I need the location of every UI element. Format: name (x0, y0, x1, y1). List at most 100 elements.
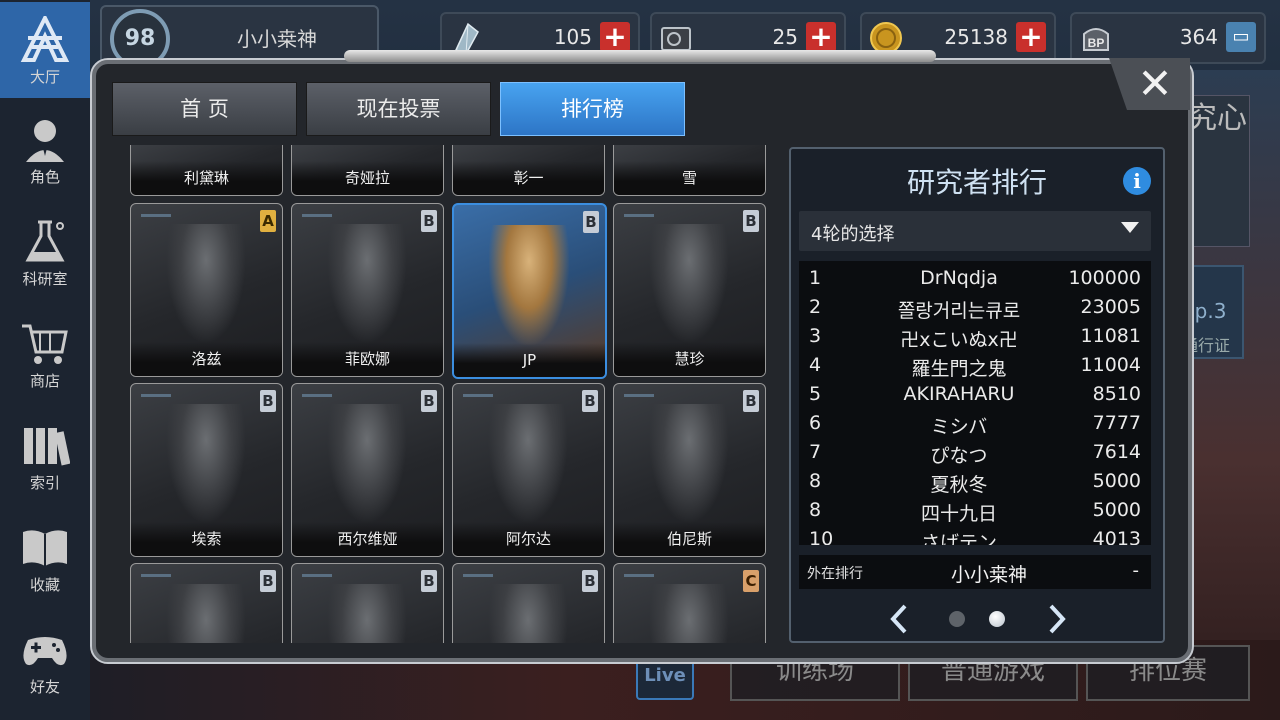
character-card[interactable]: B (452, 563, 605, 643)
ranking-row: 3 卍xこいぬx卍 11081 (799, 325, 1151, 354)
nav-label-lobby: 大厅 (29, 68, 60, 86)
round-dropdown[interactable]: 4轮的选择 (799, 211, 1151, 251)
character-card[interactable]: B 埃索 (130, 383, 283, 557)
character-card[interactable]: B 阿尔达 (452, 383, 605, 557)
ranking-player-name: ミシバ (930, 416, 988, 438)
ranking-player-name: さげテン (920, 532, 997, 545)
ranking-player-name: 羅生門之鬼 (911, 358, 1007, 380)
nav-label-character: 角色 (29, 168, 60, 186)
character-card-selected[interactable]: B JP (452, 203, 607, 379)
rank-badge: B (421, 390, 437, 412)
character-card[interactable]: B 西尔维娅 (291, 383, 444, 557)
character-portrait (649, 224, 729, 344)
nav-lab[interactable]: 科研室 (0, 204, 90, 300)
ranking-position: 8 (809, 470, 822, 492)
rank-badge: B (260, 390, 276, 412)
character-name: 彰一 (453, 161, 604, 195)
ranking-score: 11081 (1080, 325, 1141, 347)
ranking-row: 2 쫄랑거리는큐로 23005 (799, 296, 1151, 325)
ranking-player-name: 夏秋冬 (930, 474, 988, 496)
prev-page-button[interactable] (889, 604, 909, 634)
ranking-player-name: 四十九日 (920, 503, 997, 525)
character-portrait (488, 584, 568, 643)
rank-badge: B (582, 390, 598, 412)
tab-leaderboard[interactable]: 排行榜 (500, 82, 685, 136)
add-drive-button[interactable]: + (806, 22, 836, 52)
character-portrait (166, 404, 246, 524)
character-card[interactable]: B (130, 563, 283, 643)
svg-text:BP: BP (1088, 36, 1105, 50)
character-portrait (327, 404, 407, 524)
ranking-row: 7 ぴなつ 7614 (799, 441, 1151, 470)
ranking-row: 6 ミシバ 7777 (799, 412, 1151, 441)
gold-value: 25138 (944, 25, 1008, 49)
character-name: JP (454, 343, 605, 377)
ranking-row: 8 四十九日 5000 (799, 499, 1151, 528)
nav-shop[interactable]: 商店 (0, 306, 90, 402)
nav-friends[interactable]: 好友 (0, 612, 90, 708)
ranking-score: 7777 (1092, 412, 1141, 434)
bp-resource: BP 364 ▭ (1070, 12, 1266, 64)
ranking-position: 6 (809, 412, 822, 434)
add-gold-button[interactable]: + (1016, 22, 1046, 52)
rank-badge: B (421, 210, 437, 232)
ranking-row: 4 羅生門之鬼 11004 (799, 354, 1151, 383)
nav-character[interactable]: 角色 (0, 102, 90, 198)
ranking-row: 1 DrNqdja 100000 (799, 267, 1151, 296)
ranking-score: 8510 (1092, 383, 1141, 405)
ranking-position: 7 (809, 441, 822, 463)
nav-label-friends: 好友 (29, 678, 60, 696)
chevron-down-icon (1121, 222, 1139, 233)
books-icon (24, 428, 70, 466)
character-card[interactable]: B 菲欧娜 (291, 203, 444, 377)
character-card[interactable]: 奇娅拉 (291, 145, 444, 196)
character-portrait (327, 224, 407, 344)
tab-vote-now[interactable]: 现在投票 (306, 82, 491, 136)
nav-collection[interactable]: 收藏 (0, 510, 90, 606)
ranking-player-name: ぴなつ (930, 445, 988, 467)
nav-label-index: 索引 (29, 474, 60, 492)
rank-badge: B (582, 570, 598, 592)
add-crystal-button[interactable]: + (600, 22, 630, 52)
nav-label-collection: 收藏 (29, 576, 60, 594)
ranking-score: 7614 (1092, 441, 1141, 463)
rank-badge: A (260, 210, 276, 232)
ranking-position: 1 (809, 267, 822, 289)
info-icon[interactable]: i (1123, 167, 1151, 195)
flask-icon (25, 220, 65, 262)
rank-badge: C (743, 570, 759, 592)
character-icon (26, 120, 64, 162)
ranking-position: 10 (809, 528, 834, 545)
character-card[interactable]: 彰一 (452, 145, 605, 196)
ranking-position: 3 (809, 325, 822, 347)
ranking-list[interactable]: 1 DrNqdja 100000 2 쫄랑거리는큐로 23005 3 卍xこいぬ… (799, 261, 1151, 545)
page-dot-active[interactable] (989, 611, 1005, 627)
my-ranking-row: 外在排行 小小桒神 - (799, 555, 1151, 589)
my-ranking-name: 小小桒神 (950, 564, 1027, 586)
character-name: 奇娅拉 (292, 161, 443, 195)
character-portrait (649, 404, 729, 524)
character-card[interactable]: B 伯尼斯 (613, 383, 766, 557)
bp-book-button[interactable]: ▭ (1226, 22, 1256, 52)
ranking-player-name: 쫄랑거리는큐로 (897, 300, 1021, 322)
nav-lobby[interactable]: 大厅 (0, 2, 90, 98)
character-card[interactable]: C (613, 563, 766, 643)
rank-badge: B (583, 211, 599, 233)
character-card[interactable]: 利黛琳 (130, 145, 283, 196)
character-portrait (327, 584, 407, 643)
character-card[interactable]: 雪 (613, 145, 766, 196)
character-card[interactable]: B 慧珍 (613, 203, 766, 377)
rank-badge: B (743, 210, 759, 232)
character-card[interactable]: B (291, 563, 444, 643)
character-portrait (489, 225, 569, 345)
page-dot[interactable] (949, 611, 965, 627)
nav-index[interactable]: 索引 (0, 408, 90, 504)
character-portrait (649, 584, 729, 643)
next-page-button[interactable] (1047, 604, 1067, 634)
dialog-top-bar (344, 50, 936, 62)
character-card[interactable]: A 洛兹 (130, 203, 283, 377)
my-ranking-value: - (1132, 560, 1140, 581)
tab-home[interactable]: 首 页 (112, 82, 297, 136)
ranking-score: 5000 (1092, 470, 1141, 492)
character-name: 菲欧娜 (292, 342, 443, 376)
